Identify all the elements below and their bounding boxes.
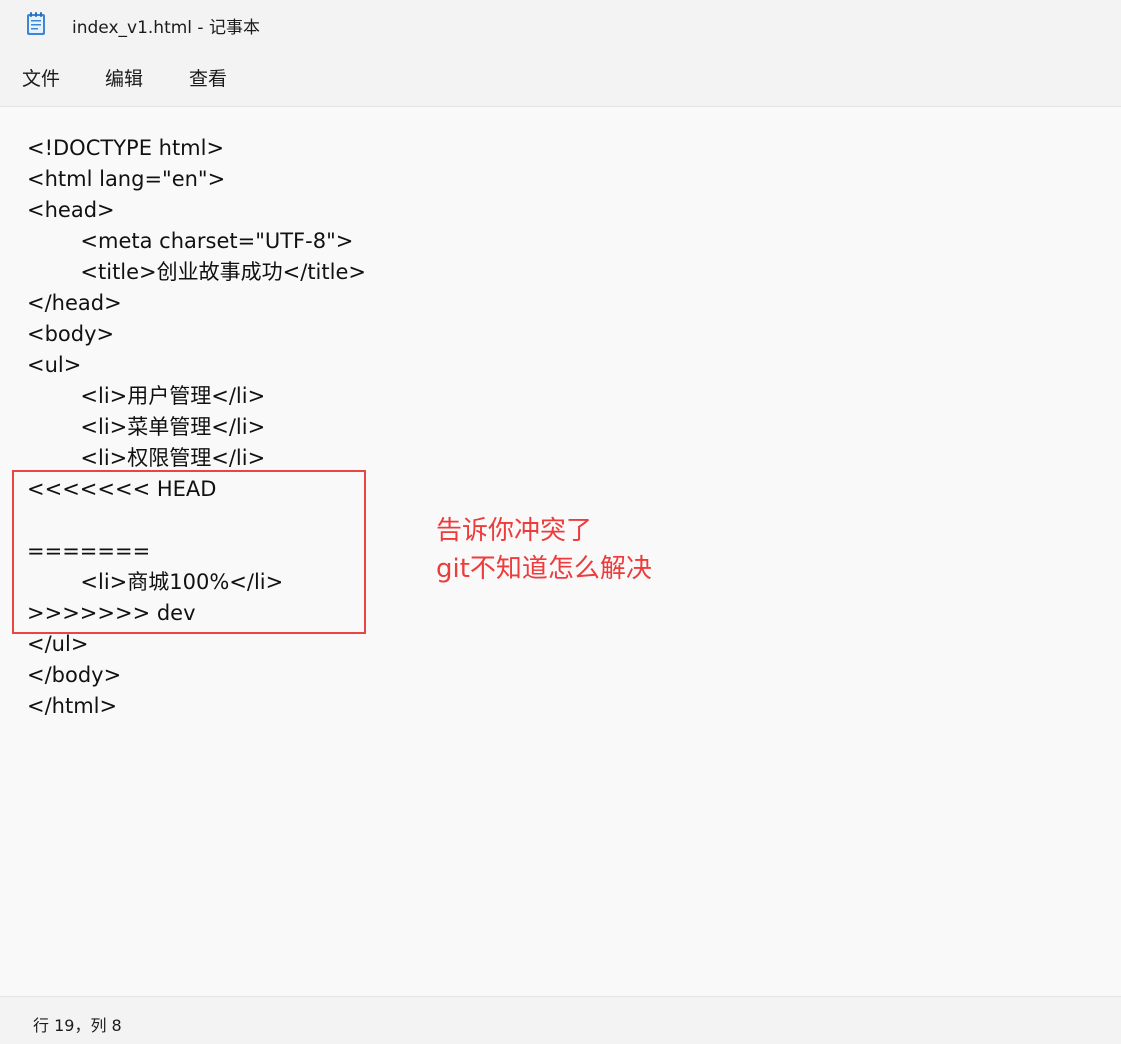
code-line: <ul> bbox=[27, 353, 82, 377]
menu-edit[interactable]: 编辑 bbox=[105, 66, 143, 92]
code-line: <li>菜单管理</li> bbox=[27, 415, 266, 439]
menu-view[interactable]: 查看 bbox=[189, 66, 227, 92]
title-bar: index_v1.html - 记事本 bbox=[0, 0, 1121, 50]
code-line: <li>商城100%</li> bbox=[27, 570, 284, 594]
code-line: <!DOCTYPE html> bbox=[27, 136, 225, 160]
code-line: <title>创业故事成功</title> bbox=[27, 260, 366, 284]
code-line: <head> bbox=[27, 198, 115, 222]
annotation-line-1: 告诉你冲突了 bbox=[436, 516, 593, 546]
menu-bar: 文件 编辑 查看 bbox=[0, 50, 1121, 107]
conflict-marker-dev: >>>>>>> dev bbox=[27, 601, 196, 625]
annotation-line-2: git不知道怎么解决 bbox=[436, 554, 652, 584]
code-line: </ul> bbox=[27, 632, 89, 656]
code-line: <html lang="en"> bbox=[27, 167, 226, 191]
code-line: </head> bbox=[27, 291, 122, 315]
code-line: <li>用户管理</li> bbox=[27, 384, 266, 408]
code-line: <meta charset="UTF-8"> bbox=[27, 229, 354, 253]
code-line: <li>权限管理</li> bbox=[27, 446, 266, 470]
cursor-position: 行 19，列 8 bbox=[33, 1016, 122, 1035]
notepad-icon bbox=[26, 11, 46, 36]
window-title: index_v1.html - 记事本 bbox=[72, 18, 260, 38]
menu-file[interactable]: 文件 bbox=[22, 66, 60, 92]
status-bar: 行 19，列 8 bbox=[0, 996, 1121, 1044]
conflict-marker-separator: ======= bbox=[27, 539, 151, 563]
code-line: </body> bbox=[27, 663, 122, 687]
code-line: </html> bbox=[27, 694, 118, 718]
code-line: <body> bbox=[27, 322, 115, 346]
conflict-marker-head: <<<<<<< HEAD bbox=[27, 477, 217, 501]
